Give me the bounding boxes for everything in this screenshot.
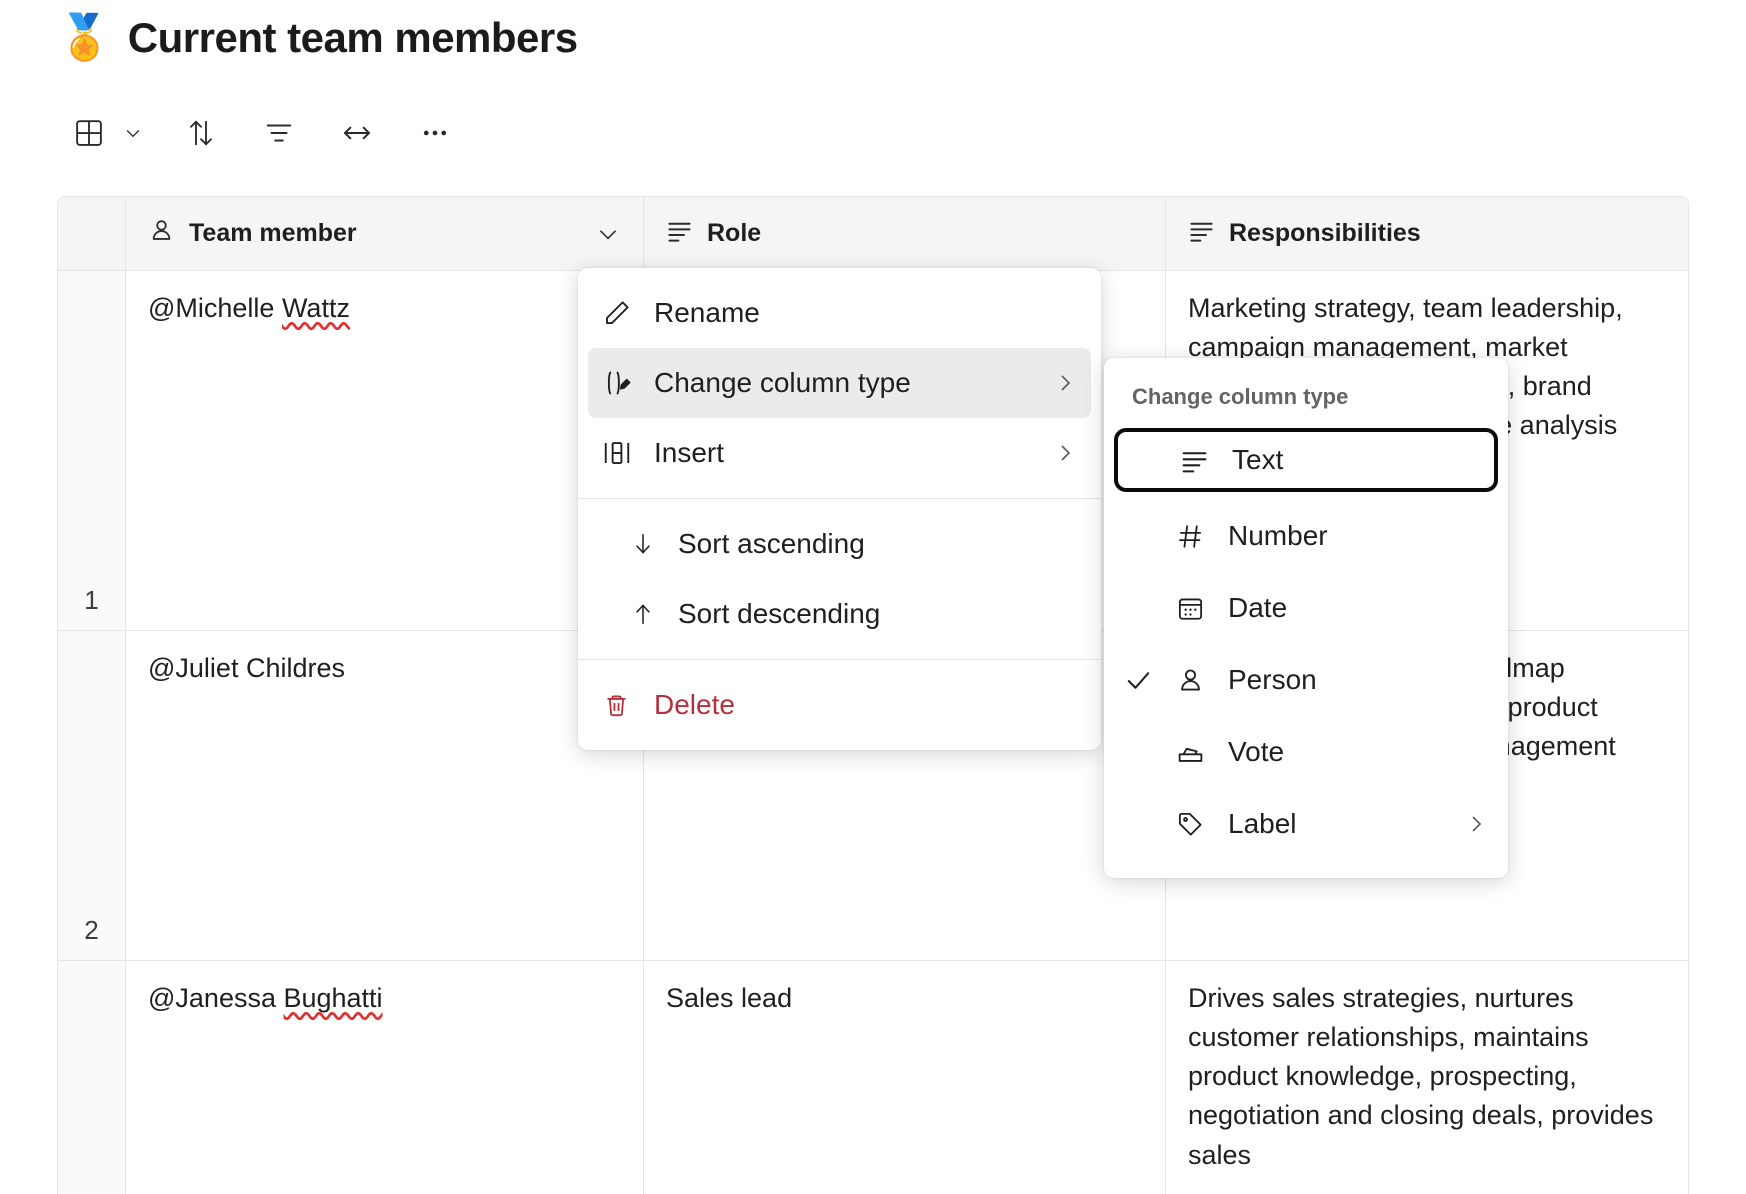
cell-team-member[interactable]: @Michelle Wattz [126, 271, 644, 630]
submenu-item-label: Text [1232, 444, 1484, 476]
table-header-row: Team member Role [58, 197, 1688, 271]
change-column-type-submenu: Change column type Text Number [1104, 358, 1508, 878]
menu-item-sort-ascending[interactable]: Sort ascending [588, 509, 1091, 579]
insert-column-icon [602, 438, 654, 468]
menu-item-label: Change column type [654, 367, 1053, 399]
table-row[interactable]: 3 @Janessa Bughatti Sales lead Drives sa… [58, 961, 1688, 1194]
vote-icon [1176, 738, 1228, 767]
submenu-item-label: Label [1228, 808, 1464, 840]
submenu-heading: Change column type [1104, 384, 1508, 426]
filter-button[interactable] [252, 110, 306, 156]
submenu-item-person[interactable]: Person [1114, 644, 1498, 716]
member-name: @Janessa Bughatti [148, 983, 383, 1013]
trash-icon [602, 691, 654, 720]
cell-role[interactable]: Sales lead [644, 961, 1166, 1194]
column-header-label: Role [707, 219, 1143, 248]
medal-emoji-icon: 🏅 [57, 16, 112, 60]
submenu-item-number[interactable]: Number [1114, 500, 1498, 572]
person-icon [148, 217, 175, 251]
misspelled-word: Wattz [282, 293, 350, 323]
column-header-role[interactable]: Role [644, 197, 1166, 270]
number-icon [1176, 522, 1228, 551]
menu-item-label: Insert [654, 437, 1053, 469]
submenu-item-text[interactable]: Text [1114, 428, 1498, 492]
submenu-item-vote[interactable]: Vote [1114, 716, 1498, 788]
text-icon [1188, 217, 1215, 251]
submenu-item-label: Number [1228, 520, 1488, 552]
arrow-down-icon [630, 531, 678, 557]
pencil-icon [602, 298, 654, 328]
row-number: 3 [58, 961, 126, 1194]
submenu-item-label: Vote [1228, 736, 1488, 768]
menu-item-label: Delete [654, 689, 1077, 721]
row-number: 2 [58, 631, 126, 960]
grid-view-button[interactable] [62, 110, 116, 156]
cell-responsibilities[interactable]: Drives sales strategies, nurtures custom… [1166, 961, 1688, 1194]
submenu-item-label[interactable]: Label [1114, 788, 1498, 860]
more-options-button[interactable] [408, 110, 462, 156]
menu-item-change-column-type[interactable]: Change column type [588, 348, 1091, 418]
header-gutter [58, 197, 126, 270]
menu-item-insert[interactable]: Insert [588, 418, 1091, 488]
column-header-team-member[interactable]: Team member [126, 197, 644, 270]
menu-item-label: Sort descending [678, 598, 1077, 630]
menu-item-label: Rename [654, 297, 1077, 329]
menu-divider [578, 498, 1101, 499]
member-name: @Michelle Wattz [148, 293, 350, 323]
menu-divider [578, 659, 1101, 660]
chevron-right-icon [1464, 812, 1488, 836]
page-title: Current team members [128, 14, 578, 62]
chevron-right-icon [1053, 371, 1077, 395]
tag-icon [1176, 810, 1228, 839]
misspelled-word: Bughatti [283, 983, 382, 1013]
fit-width-button[interactable] [330, 110, 384, 156]
menu-item-sort-descending[interactable]: Sort descending [588, 579, 1091, 649]
chevron-right-icon [1053, 441, 1077, 465]
text-icon [1180, 446, 1232, 475]
submenu-item-date[interactable]: Date [1114, 572, 1498, 644]
person-icon [1176, 666, 1228, 695]
calendar-icon [1176, 594, 1228, 623]
submenu-item-label: Person [1228, 664, 1488, 696]
column-header-responsibilities[interactable]: Responsibilities [1166, 197, 1688, 270]
submenu-item-label: Date [1228, 592, 1488, 624]
column-header-label: Responsibilities [1229, 219, 1666, 248]
page-header: 🏅 Current team members [57, 14, 578, 62]
view-options-chevron-down-icon[interactable] [116, 110, 150, 156]
cell-team-member[interactable]: @Janessa Bughatti [126, 961, 644, 1194]
checkmark-icon [1124, 666, 1176, 695]
row-number: 1 [58, 271, 126, 630]
cell-team-member[interactable]: @Juliet Childres [126, 631, 644, 960]
column-header-label: Team member [189, 219, 581, 248]
arrow-up-icon [630, 601, 678, 627]
app-root: 🏅 Current team members [0, 0, 1746, 1194]
menu-item-rename[interactable]: Rename [588, 278, 1091, 348]
menu-item-delete[interactable]: Delete [588, 670, 1091, 740]
menu-item-label: Sort ascending [678, 528, 1077, 560]
column-context-menu: Rename Change column type [578, 268, 1101, 750]
column-menu-chevron-down-icon[interactable] [595, 221, 621, 247]
text-icon [666, 217, 693, 251]
toolbar [62, 110, 462, 156]
sort-button[interactable] [174, 110, 228, 156]
change-column-type-icon [602, 368, 654, 398]
